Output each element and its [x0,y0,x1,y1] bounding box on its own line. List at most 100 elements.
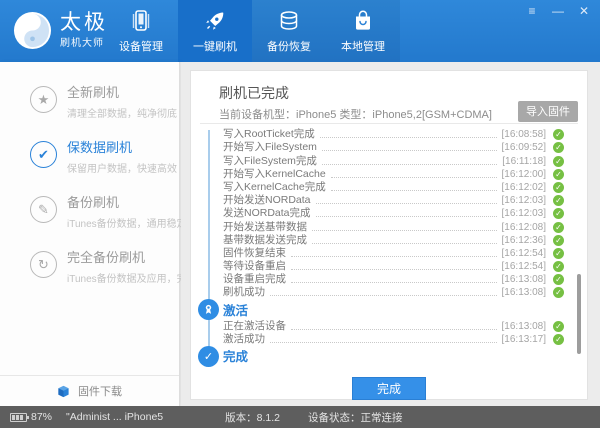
log-text: 设备重启完成 [223,273,286,286]
dotted-leader [312,243,497,244]
nav-tab-label: 设备管理 [119,38,163,54]
pencil-icon: ✎ [30,196,57,223]
refresh-icon: ↻ [30,251,57,278]
nav-tab-1[interactable]: 设备管理 [104,0,178,62]
log-timestamp: [16:12:00] [502,168,546,181]
scrollbar-thumb[interactable] [577,274,581,354]
import-firmware-button[interactable]: 导入固件 [518,101,578,122]
sidebar-item-3[interactable]: ✎备份刷机iTunes备份数据，通用稳定 [0,194,179,232]
log-row: 等待设备重启[16:12:54]✓ [191,260,587,273]
log-timestamp: [16:12:03] [502,207,546,220]
log-timestamp: [16:09:52] [502,141,546,154]
success-check-icon: ✓ [553,248,564,259]
log-row: 开始写入KernelCache [16:12:00] ✓ [191,168,587,181]
success-check-icon: ✓ [553,321,564,332]
taiji-logo-icon [13,11,52,50]
dotted-leader [312,230,497,231]
star-icon: ★ [30,86,57,113]
device-manage-icon [130,8,152,34]
log-row: 写入FileSystem完成[16:11:18]✓ [191,154,587,167]
milestone-label: 激活 [223,300,248,319]
sidebar-item-4[interactable]: ↻完全备份刷机iTunes备份数据及应用，完整全面 [0,249,179,287]
dotted-leader [291,329,497,330]
log-timestamp: [16:13:08] [502,286,546,299]
log-row: 写入KernelCache完成[16:12:02]✓ [191,181,587,194]
log-text: 正在激活设备 [223,320,286,333]
log-text: 开始发送NORData [223,194,311,207]
flash-log-timeline: 写入RootTicket完成 [16:08:58] ✓ 开始写入FileSystem [… [191,124,587,366]
version-label: 版本：8.1.2 [225,410,280,425]
nav-tab-3[interactable]: 备份恢复 [252,0,326,62]
dotted-leader [291,269,497,270]
log-timestamp: [16:12:54] [502,260,546,273]
log-timestamp: [16:12:54] [502,247,546,260]
menu-icon[interactable]: ≡ [524,4,540,18]
one-key-flash-icon [203,8,227,34]
sidebar-item-subtitle: 保留用户数据，快速高效 [67,160,177,175]
log-text: 刷机成功 [223,286,265,299]
nav-tab-2[interactable]: 一键刷机 [178,0,252,62]
log-text: 写入KernelCache完成 [223,181,326,194]
milestone-label: 完成 [223,346,248,365]
log-timestamp: [16:12:03] [502,194,546,207]
dotted-leader [270,342,497,343]
app-window: 太极 刷机大师 设备管理一键刷机备份恢复本地管理 ≡—✕ ★全新刷机清理全部数据… [0,0,600,428]
nav-tab-label: 本地管理 [341,38,385,54]
log-text: 开始写入FileSystem [223,141,317,154]
log-timestamp: [16:12:36] [502,234,546,247]
sidebar-item-subtitle: iTunes备份数据，通用稳定 [67,215,187,230]
dotted-leader [331,190,497,191]
header-bar: 太极 刷机大师 设备管理一键刷机备份恢复本地管理 ≡ — ✕ [0,0,600,62]
success-check-icon: ✓ [553,261,564,272]
firmware-download-button[interactable]: 固件下载 [0,375,179,406]
log-row: 开始发送基带数据[16:12:08]✓ [191,220,587,233]
firmware-cube-icon [57,385,70,398]
success-check-icon: ✓ [553,222,564,233]
logo-title: 太极 [60,12,108,34]
app-logo: 太极 刷机大师 [13,11,108,50]
flash-result-panel: 刷机已完成 当前设备机型：iPhone5 类型：iPhone5,2[GSM+CD… [190,70,588,400]
minimize-icon[interactable]: — [550,4,566,18]
log-text: 写入FileSystem完成 [223,155,317,168]
check-icon: ✔ [30,141,57,168]
sidebar-item-title: 全新刷机 [67,84,177,102]
backup-restore-icon [277,8,301,34]
dotted-leader [291,282,497,283]
log-row: 激活成功[16:13:17]✓ [191,333,587,346]
status-bar: 87% "Administ ... iPhone5 版本：8.1.2 设备状态：… [0,406,600,428]
battery-percent: 87% [31,411,52,423]
success-check-icon: ✓ [553,208,564,219]
sidebar-item-2[interactable]: ✔保数据刷机保留用户数据，快速高效 [0,139,179,177]
log-timestamp: [16:08:58] [502,128,546,141]
nav-tab-4[interactable]: 本地管理 [326,0,400,62]
log-text: 开始写入KernelCache [223,168,326,181]
dotted-leader [322,150,497,151]
success-check-icon: ✓ [553,274,564,285]
firmware-download-label: 固件下载 [78,383,122,399]
device-info: 当前设备机型：iPhone5 类型：iPhone5,2[GSM+CDMA] [219,106,492,122]
sidebar-item-1[interactable]: ★全新刷机清理全部数据，纯净彻底 [0,84,179,122]
dotted-leader [316,216,497,217]
log-text: 基带数据发送完成 [223,234,307,247]
battery-icon [10,413,27,422]
milestone-完成: ✓完成 [191,346,587,366]
window-controls: ≡ — ✕ [524,4,592,18]
dotted-leader [270,295,497,296]
log-text: 发送NORData完成 [223,207,311,220]
close-icon[interactable]: ✕ [576,4,592,18]
success-check-icon: ✓ [553,156,564,167]
log-text: 写入RootTicket完成 [223,128,315,141]
page-title: 刷机已完成 [219,83,289,103]
log-row: 基带数据发送完成[16:12:36]✓ [191,234,587,247]
success-check-icon: ✓ [553,334,564,345]
success-check-icon: ✓ [553,142,564,153]
finish-button[interactable]: 完成 [352,377,426,400]
flash-mode-list: ★全新刷机清理全部数据，纯净彻底✔保数据刷机保留用户数据，快速高效✎备份刷机iT… [0,62,179,287]
sidebar: ★全新刷机清理全部数据，纯净彻底✔保数据刷机保留用户数据，快速高效✎备份刷机iT… [0,62,180,406]
success-check-icon: ✓ [553,169,564,180]
log-timestamp: [16:12:08] [502,221,546,234]
device-name: "Administ ... iPhone5 [66,411,163,423]
local-manage-icon [352,8,374,34]
success-check-icon: ✓ [553,182,564,193]
dotted-leader [316,203,497,204]
